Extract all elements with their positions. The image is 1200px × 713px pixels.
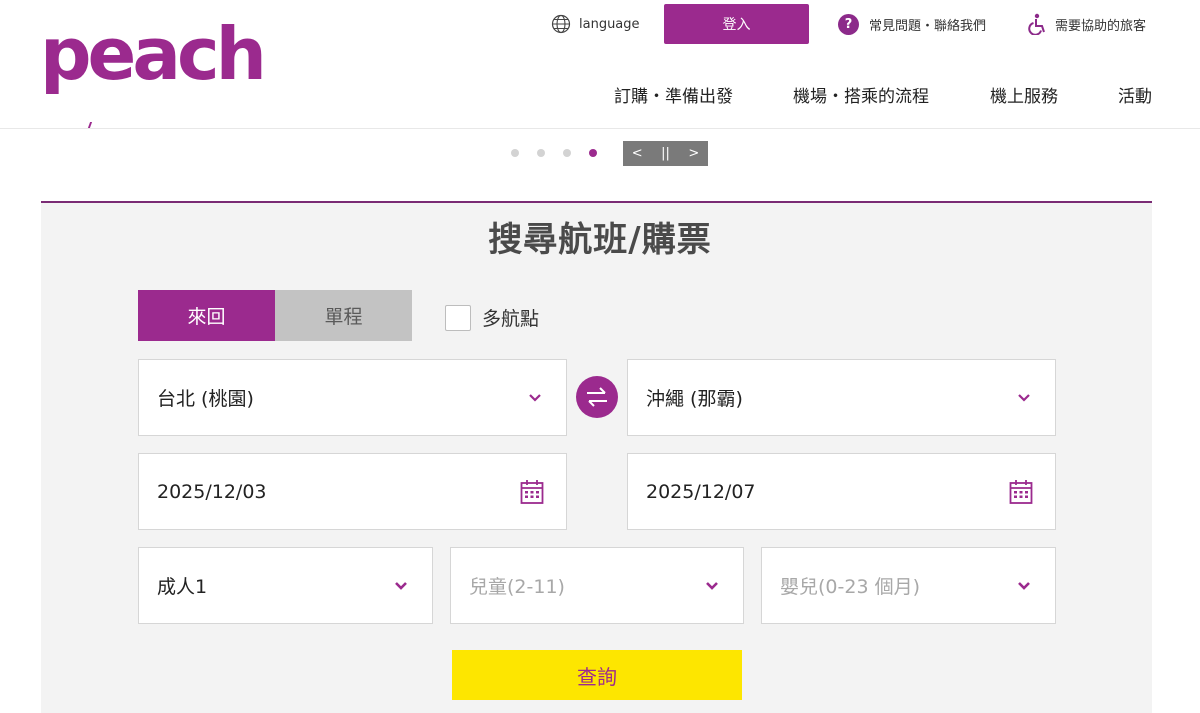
chevron-down-icon [529, 393, 541, 402]
tab-one-way[interactable]: 單程 [275, 290, 412, 341]
swap-route-button[interactable] [576, 376, 618, 418]
site-header: peach language 登入 ? 常見問題・聯絡我們 需要協助的旅客 訂購… [0, 0, 1200, 129]
faq-contact-link[interactable]: ? 常見問題・聯絡我們 [838, 12, 986, 36]
depart-date-field[interactable]: 2025/12/03 [138, 453, 567, 530]
carousel-pause-button[interactable]: || [656, 146, 674, 161]
chevron-down-icon [1018, 581, 1030, 590]
infants-placeholder: 嬰兒(0-23 個月) [780, 576, 920, 598]
chevron-down-icon [706, 581, 718, 590]
origin-value: 台北 (桃園) [157, 388, 254, 410]
search-title: 搜尋航班/購票 [488, 220, 712, 260]
swap-arrows-icon [587, 387, 607, 407]
nav-inflight[interactable]: 機上服務 [990, 82, 1058, 107]
nav-airport[interactable]: 機場・搭乘的流程 [793, 82, 929, 107]
nav-booking[interactable]: 訂購・準備出發 [614, 82, 733, 107]
destination-select[interactable]: 沖繩 (那霸) [627, 359, 1056, 436]
nav-events[interactable]: 活動 [1118, 82, 1152, 107]
chevron-down-icon [1018, 393, 1030, 402]
multi-city-checkbox[interactable] [445, 305, 471, 331]
assistance-link[interactable]: 需要協助的旅客 [1027, 12, 1146, 36]
children-placeholder: 兒童(2-11) [469, 576, 565, 598]
infants-select[interactable]: 嬰兒(0-23 個月) [761, 547, 1056, 624]
destination-value: 沖繩 (那霸) [646, 388, 743, 410]
globe-icon [551, 14, 571, 34]
multi-city-label[interactable]: 多航點 [482, 304, 539, 331]
return-date-field[interactable]: 2025/12/07 [627, 453, 1056, 530]
carousel-next-button[interactable]: > [685, 146, 703, 161]
login-button[interactable]: 登入 [664, 4, 809, 44]
wheelchair-icon [1028, 13, 1045, 35]
tab-round-trip[interactable]: 來回 [138, 290, 275, 341]
language-label: language [579, 16, 640, 32]
adults-value: 成人1 [157, 576, 208, 598]
carousel-dot-1[interactable] [511, 149, 519, 157]
origin-select[interactable]: 台北 (桃園) [138, 359, 567, 436]
carousel-prev-button[interactable]: < [628, 146, 646, 161]
carousel-controls: < || > [623, 141, 708, 166]
carousel-dot-2[interactable] [537, 149, 545, 157]
calendar-icon [520, 479, 544, 504]
depart-date-value: 2025/12/03 [157, 480, 267, 503]
carousel-dot-3[interactable] [563, 149, 571, 157]
search-flights-button[interactable]: 查詢 [452, 650, 742, 700]
peach-logo[interactable]: peach [40, 14, 267, 94]
carousel-dot-4[interactable] [589, 149, 597, 157]
chevron-down-icon [395, 581, 407, 590]
children-select[interactable]: 兒童(2-11) [450, 547, 744, 624]
adults-select[interactable]: 成人1 [138, 547, 433, 624]
question-circle-icon: ? [838, 13, 859, 35]
calendar-icon [1009, 479, 1033, 504]
assistance-label: 需要協助的旅客 [1055, 18, 1147, 34]
language-link[interactable]: language [551, 12, 640, 36]
return-date-value: 2025/12/07 [646, 480, 756, 503]
faq-label: 常見問題・聯絡我們 [869, 18, 987, 34]
